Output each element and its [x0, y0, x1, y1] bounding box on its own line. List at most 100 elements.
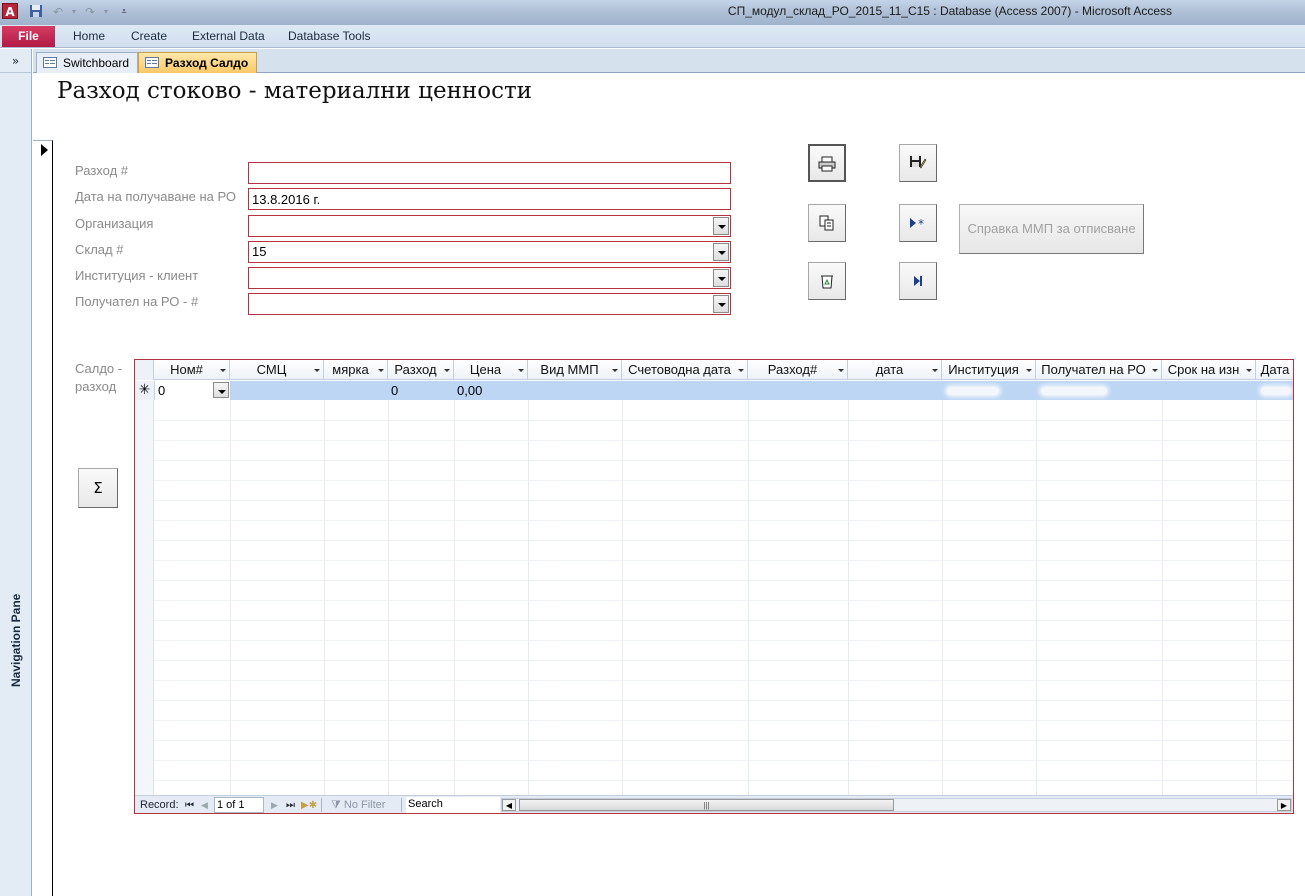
column-menu-icon[interactable]: [444, 369, 450, 372]
chevron-down-icon[interactable]: [713, 269, 729, 287]
ribbon-tabs: File Home Create External Data Database …: [0, 25, 1305, 48]
grid-row-line: [154, 720, 1293, 721]
razhod-num-field[interactable]: [248, 162, 731, 184]
grid-row-line: [154, 500, 1293, 501]
doc-tab-switchboard[interactable]: Switchboard: [36, 52, 139, 73]
record-navigation-bar: Record: ⏮ ◀ 1 of 1 ▶ ⏭ ▶✱ ⧩ No Filter Se…: [135, 795, 1293, 813]
saldo-razhod-datasheet[interactable]: Ном# СМЦ мярка Разход Цена Вид ММП Счето…: [134, 359, 1294, 814]
column-header-cena[interactable]: Цена: [454, 360, 528, 380]
document-tabs: Switchboard Разход Салдо: [33, 49, 1305, 73]
column-header-poluchatel[interactable]: Получател на РО: [1036, 360, 1162, 380]
scroll-left-icon[interactable]: ◀: [502, 799, 516, 811]
last-record-icon: [914, 276, 922, 286]
next-record-icon[interactable]: ▶: [271, 798, 278, 813]
column-menu-icon[interactable]: [518, 369, 524, 372]
new-record-row[interactable]: [135, 381, 1293, 400]
nav-separator: [321, 798, 322, 812]
column-menu-icon[interactable]: [314, 369, 320, 372]
column-header-myarka[interactable]: мярка: [324, 360, 388, 380]
grid-row-line: [154, 520, 1293, 521]
grid-row-line: [154, 660, 1293, 661]
chevron-down-icon[interactable]: [213, 382, 229, 398]
horizontal-scrollbar[interactable]: ◀ ||| ▶: [501, 798, 1292, 812]
date-field[interactable]: [248, 188, 731, 210]
tab-home[interactable]: Home: [73, 29, 105, 43]
column-header-srok[interactable]: Срок на изн: [1162, 360, 1256, 380]
column-menu-icon[interactable]: [738, 369, 744, 372]
new-record-nav-icon[interactable]: ▶✱: [301, 798, 317, 813]
scroll-right-icon[interactable]: ▶: [1277, 799, 1291, 811]
form-title: Разход стоково - материални ценности: [57, 78, 533, 104]
warehouse-value: 15: [252, 244, 267, 259]
copy-record-button[interactable]: [808, 204, 846, 242]
doc-tab-razhod-saldo[interactable]: Разход Салдо: [138, 52, 258, 73]
undo-icon[interactable]: ↶: [50, 4, 66, 20]
grid-row-line: [154, 760, 1293, 761]
nav-pane-label[interactable]: Navigation Pane: [9, 594, 23, 687]
tab-external-data[interactable]: External Data: [192, 29, 265, 43]
last-record-button[interactable]: [899, 262, 937, 300]
first-record-icon[interactable]: ⏮: [185, 798, 194, 813]
file-tab[interactable]: File: [2, 26, 55, 47]
organization-combo[interactable]: [248, 215, 731, 237]
tab-create[interactable]: Create: [131, 29, 167, 43]
column-header-nom[interactable]: Ном#: [154, 360, 230, 380]
new-record-button[interactable]: *: [899, 204, 937, 242]
cena-cell[interactable]: 0,00: [454, 381, 482, 400]
column-menu-icon[interactable]: [1246, 369, 1252, 372]
recipient-label: Получател на РО - #: [75, 294, 199, 309]
record-selector[interactable]: [33, 140, 53, 896]
current-record-input[interactable]: 1 of 1: [214, 797, 264, 813]
sum-button[interactable]: Σ: [78, 468, 118, 508]
tab-database-tools[interactable]: Database Tools: [288, 29, 371, 43]
chevron-down-icon[interactable]: [713, 295, 729, 313]
redacted-poluchatel: [1041, 387, 1107, 395]
column-menu-icon[interactable]: [1152, 369, 1158, 372]
column-header-data-2[interactable]: Дата: [1256, 360, 1293, 380]
record-label: Record:: [140, 799, 179, 811]
column-menu-icon[interactable]: [1026, 369, 1032, 372]
save-record-button[interactable]: [899, 144, 937, 182]
previous-record-icon[interactable]: ◀: [201, 798, 208, 813]
report-mmp-button[interactable]: Справка ММП за отписване: [959, 204, 1144, 254]
scroll-thumb[interactable]: |||: [519, 799, 894, 811]
warehouse-combo[interactable]: 15: [248, 241, 731, 263]
column-menu-icon[interactable]: [220, 369, 226, 372]
subform-label: Салдо - разход: [75, 361, 123, 394]
navigation-pane[interactable]: » Navigation Pane: [0, 49, 32, 896]
print-button[interactable]: [808, 144, 846, 182]
column-menu-icon[interactable]: [838, 369, 844, 372]
form-icon: [43, 57, 57, 68]
no-filter-button[interactable]: ⧩ No Filter: [331, 798, 385, 813]
nom-cell-combo[interactable]: 0: [155, 381, 231, 400]
column-header-razhod-num[interactable]: Разход#: [748, 360, 848, 380]
redo-icon[interactable]: ↷: [82, 4, 98, 20]
select-all-corner[interactable]: [135, 360, 154, 380]
last-record-nav-icon[interactable]: ⏭: [286, 798, 295, 813]
column-menu-icon[interactable]: [932, 369, 938, 372]
new-record-marker-icon[interactable]: ✳: [135, 381, 154, 400]
column-header-razhod[interactable]: Разход: [388, 360, 454, 380]
column-header-data[interactable]: дата: [848, 360, 942, 380]
access-app-icon[interactable]: A: [2, 3, 18, 19]
grid-row-line: [154, 780, 1293, 781]
doc-tab-label: Switchboard: [63, 56, 130, 70]
chevron-down-icon[interactable]: [713, 243, 729, 261]
column-header-vid-mmp[interactable]: Вид ММП: [528, 360, 622, 380]
redo-dropdown-icon[interactable]: ▾: [98, 4, 114, 20]
institution-combo[interactable]: [248, 267, 731, 289]
column-header-schetovodna-data[interactable]: Счетоводна дата: [622, 360, 748, 380]
chevron-down-icon[interactable]: [713, 217, 729, 235]
nav-pane-expand-button[interactable]: »: [0, 49, 31, 73]
column-menu-icon[interactable]: [612, 369, 618, 372]
customize-toolbar-icon[interactable]: ⩡: [116, 4, 132, 20]
delete-record-button[interactable]: [808, 262, 846, 300]
column-menu-icon[interactable]: [378, 369, 384, 372]
recipient-combo[interactable]: [248, 293, 731, 315]
save-icon[interactable]: [28, 4, 44, 20]
column-header-institucia[interactable]: Институция: [942, 360, 1036, 380]
column-header-smc[interactable]: СМЦ: [230, 360, 324, 380]
search-input[interactable]: Search: [406, 797, 500, 813]
undo-dropdown-icon[interactable]: ▾: [66, 4, 82, 20]
razhod-cell[interactable]: 0: [388, 381, 398, 400]
